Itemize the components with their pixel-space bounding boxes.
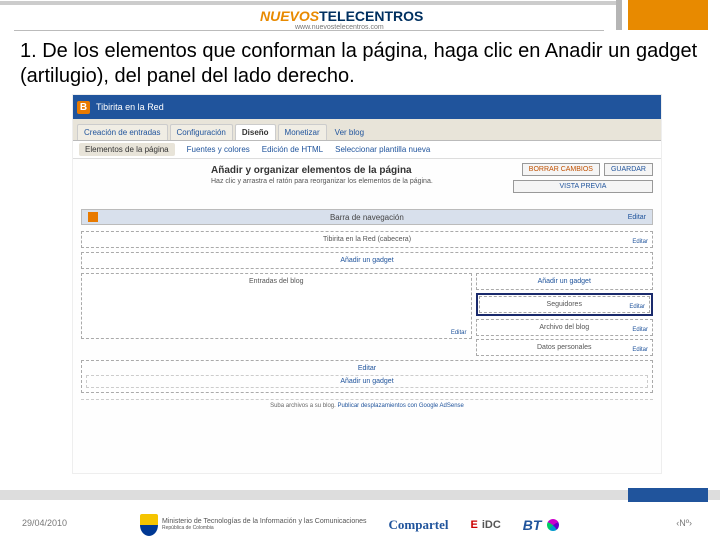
navbar-block[interactable]: Barra de navegación Editar	[81, 209, 653, 225]
seguidores-edit[interactable]: Editar	[629, 304, 645, 310]
slide-title: 1. De los elementos que conforman la pág…	[20, 39, 700, 89]
navbar-edit-link[interactable]: Editar	[628, 214, 646, 221]
footer-edit-link[interactable]: Editar	[86, 365, 648, 372]
entries-label: Entradas del blog	[249, 278, 303, 285]
compartel-logo: Compartel	[389, 517, 449, 533]
seguidores-label: Seguidores	[547, 301, 582, 308]
highlight-box: Seguidores Editar	[476, 293, 654, 316]
ministerio-logo: Ministerio de Tecnologías de la Informac…	[140, 514, 367, 536]
header-label: Tibirita en la Red (cabecera)	[323, 236, 411, 243]
top-decor	[0, 0, 720, 6]
datos-block[interactable]: Datos personales Editar	[476, 339, 654, 356]
tab-monetize[interactable]: Monetizar	[278, 124, 327, 140]
subtab-elements[interactable]: Elementos de la página	[79, 143, 175, 156]
bt-logo: BT	[523, 517, 560, 533]
adsense-link[interactable]: Publicar desplazamientos con Google AdSe…	[337, 403, 463, 409]
subtab-fonts[interactable]: Fuentes y colores	[187, 145, 250, 154]
blogger-icon: B	[77, 101, 90, 114]
favicon-icon	[88, 212, 98, 222]
preview-button[interactable]: VISTA PREVIA	[513, 180, 653, 193]
header-edit-link[interactable]: Editar	[632, 239, 648, 245]
brand-logo: NUEVOSTELECENTROS	[260, 8, 423, 24]
discard-button[interactable]: BORRAR CAMBIOS	[522, 163, 600, 176]
archivo-edit[interactable]: Editar	[632, 327, 648, 333]
archivo-block[interactable]: Archivo del blog Editar	[476, 319, 654, 336]
add-gadget-side[interactable]: Añadir un gadget	[476, 273, 654, 290]
layout-panel: Añadir y organizar elementos de la págin…	[73, 159, 661, 469]
main-tabs: Creación de entradas Configuración Diseñ…	[73, 119, 661, 141]
footer-logos: Ministerio de Tecnologías de la Informac…	[140, 514, 559, 536]
tab-design[interactable]: Diseño	[235, 124, 276, 140]
view-blog-link[interactable]: Ver blog	[329, 125, 370, 140]
archivo-label: Archivo del blog	[539, 324, 589, 331]
fine-print: Suba archivos a su blog. Publicar despla…	[81, 399, 653, 409]
subtab-html[interactable]: Edición de HTML	[262, 145, 323, 154]
blogger-screenshot: B Tibirita en la Red Creación de entrada…	[72, 94, 662, 474]
add-gadget-top[interactable]: Añadir un gadget	[81, 252, 653, 269]
datos-label: Datos personales	[537, 344, 591, 351]
navbar-label: Barra de navegación	[106, 213, 628, 222]
save-button[interactable]: GUARDAR	[604, 163, 653, 176]
bt-ring-icon	[547, 519, 559, 531]
layout-area: Barra de navegación Editar Tibirita en l…	[81, 209, 653, 409]
blog-title: Tibirita en la Red	[96, 102, 164, 112]
entries-block[interactable]: Entradas del blog Editar	[81, 273, 472, 339]
datos-edit[interactable]: Editar	[632, 347, 648, 353]
slide: NUEVOSTELECENTROS www.nuevostelecentros.…	[0, 0, 720, 540]
footer-page-number: ‹Nº›	[676, 518, 692, 528]
tab-entries[interactable]: Creación de entradas	[77, 124, 168, 140]
blogger-header: B Tibirita en la Red	[73, 95, 661, 119]
add-gadget-footer[interactable]: Añadir un gadget	[86, 375, 648, 388]
entries-edit-link[interactable]: Editar	[451, 330, 467, 336]
header-block[interactable]: Tibirita en la Red (cabecera) Editar	[81, 231, 653, 248]
slide-footer: 29/04/2010 ‹Nº› Ministerio de Tecnología…	[0, 490, 720, 540]
shield-icon	[140, 514, 158, 536]
sub-tabs: Elementos de la página Fuentes y colores…	[73, 141, 661, 159]
footer-date: 29/04/2010	[22, 518, 67, 528]
tab-config[interactable]: Configuración	[170, 124, 233, 140]
seguidores-block[interactable]: Seguidores Editar	[479, 296, 651, 313]
panel-actions: BORRAR CAMBIOS GUARDAR VISTA PREVIA	[503, 163, 653, 193]
eidc-logo: EiDC	[470, 519, 500, 531]
subtab-template[interactable]: Seleccionar plantilla nueva	[335, 145, 430, 154]
footer-block[interactable]: Editar Añadir un gadget	[81, 360, 653, 393]
